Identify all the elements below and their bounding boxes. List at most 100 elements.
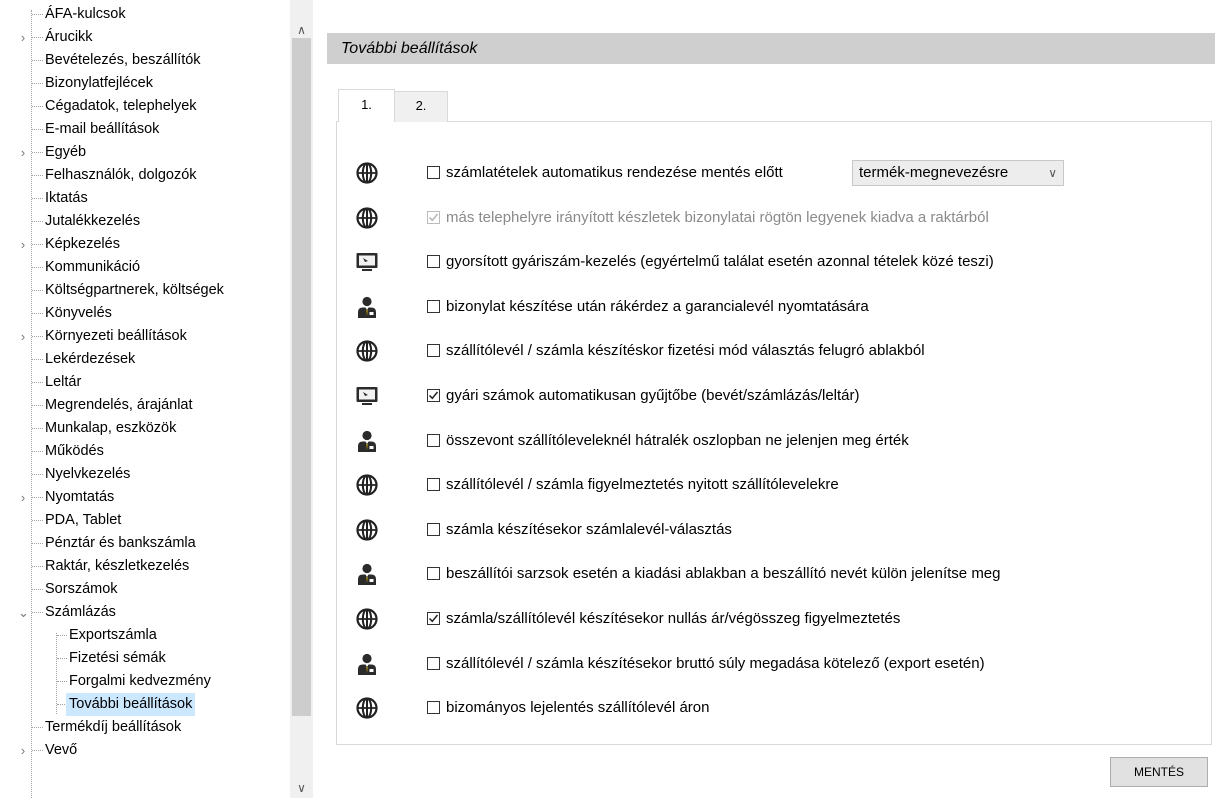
tree-item[interactable]: Termékdíj beállítások — [0, 716, 290, 739]
scroll-down-arrow-icon[interactable]: ∨ — [290, 778, 313, 798]
tree-item[interactable]: ÁFA-kulcsok — [0, 3, 290, 26]
tree-item-label: Sorszámok — [45, 581, 118, 597]
sort-mode-select[interactable]: termék-megnevezésre ∨ — [852, 160, 1064, 186]
tree-item[interactable]: Lekérdezések — [0, 348, 290, 371]
option-label: szállítólevél / számla figyelmeztetés ny… — [446, 476, 839, 493]
tree-item[interactable]: › Egyéb — [0, 141, 290, 164]
tree-item-label: Nyomtatás — [45, 489, 115, 505]
tab-2[interactable]: 2. — [394, 91, 448, 122]
option-checkbox[interactable] — [427, 478, 440, 491]
user-icon — [355, 652, 379, 676]
scroll-thumb[interactable] — [292, 38, 311, 716]
save-button[interactable]: MENTÉS — [1110, 757, 1208, 787]
option-row: bizonylat készítése után rákérdez a gara… — [355, 295, 1155, 319]
globe-icon — [355, 607, 379, 631]
tree-item[interactable]: Iktatás — [0, 187, 290, 210]
tree-item[interactable]: Bizonylatfejlécek — [0, 72, 290, 95]
tree-item[interactable]: Leltár — [0, 371, 290, 394]
tree-item[interactable]: Pénztár és bankszámla — [0, 532, 290, 555]
option-checkbox[interactable] — [427, 211, 440, 224]
tab-label: 2. — [415, 98, 427, 113]
tree-item[interactable]: Exportszámla — [0, 624, 290, 647]
chevron-right-icon[interactable]: › — [18, 141, 28, 164]
tree-item[interactable]: Bevételezés, beszállítók — [0, 49, 290, 72]
option-checkbox[interactable] — [427, 612, 440, 625]
tree-item-label: PDA, Tablet — [45, 512, 122, 528]
tree-item[interactable]: › Környezeti beállítások — [0, 325, 290, 348]
tree-item[interactable]: ⌄ Számlázás — [0, 601, 290, 624]
chevron-down-icon: ∨ — [1048, 166, 1057, 180]
tree-item[interactable]: Cégadatok, telephelyek — [0, 95, 290, 118]
scroll-up-arrow-icon[interactable]: ∧ — [290, 20, 313, 40]
tree-item[interactable]: Jutalékkezelés — [0, 210, 290, 233]
tree-item[interactable]: Felhasználók, dolgozók — [0, 164, 290, 187]
tree-item[interactable]: Könyvelés — [0, 302, 290, 325]
option-label: bizományos lejelentés szállítólevél áron — [446, 699, 710, 716]
option-checkbox[interactable] — [427, 344, 440, 357]
option-checkbox[interactable] — [427, 255, 440, 268]
chevron-right-icon[interactable]: › — [18, 486, 28, 509]
chevron-right-icon[interactable]: › — [18, 233, 28, 256]
tree-item-label: Vevő — [45, 742, 78, 758]
tree-item[interactable]: Megrendelés, árajánlat — [0, 394, 290, 417]
user-icon — [355, 562, 379, 586]
option-checkbox[interactable] — [427, 701, 440, 714]
tree-item[interactable]: › Vevő — [0, 739, 290, 762]
option-row: gyorsított gyáriszám-kezelés (egyértelmű… — [355, 250, 1155, 274]
tree-item-label: Munkalap, eszközök — [45, 420, 177, 436]
tree-item[interactable]: Működés — [0, 440, 290, 463]
tree-item[interactable]: › Nyomtatás — [0, 486, 290, 509]
tree-item[interactable]: Sorszámok — [0, 578, 290, 601]
tree-item-label: Raktár, készletkezelés — [45, 558, 190, 574]
tree-item[interactable]: Fizetési sémák — [0, 647, 290, 670]
tree-item[interactable]: További beállítások — [0, 693, 290, 716]
globe-icon — [355, 339, 379, 363]
option-row: más telephelyre irányított készletek biz… — [355, 206, 1155, 230]
option-label: számla/szállítólevél készítésekor nullás… — [446, 610, 901, 627]
chevron-right-icon[interactable]: › — [18, 26, 28, 49]
tree-item-label: Költségpartnerek, költségek — [45, 282, 224, 298]
option-checkbox[interactable] — [427, 434, 440, 447]
chevron-right-icon[interactable]: › — [18, 739, 28, 762]
tree-item[interactable]: › Árucikk — [0, 26, 290, 49]
tree-item-label: Fizetési sémák — [69, 650, 166, 666]
chevron-down-icon[interactable]: ⌄ — [18, 601, 29, 624]
tree-item-label: Egyéb — [45, 144, 87, 160]
tree-item[interactable]: Kommunikáció — [0, 256, 290, 279]
tree-item[interactable]: › Képkezelés — [0, 233, 290, 256]
monitor-icon — [355, 250, 379, 274]
tree-item[interactable]: Munkalap, eszközök — [0, 417, 290, 440]
tree-item[interactable]: PDA, Tablet — [0, 509, 290, 532]
tree-item-label: Felhasználók, dolgozók — [45, 167, 197, 183]
chevron-right-icon[interactable]: › — [18, 325, 28, 348]
globe-icon — [355, 473, 379, 497]
tree-scrollbar[interactable]: ∧ ∨ — [290, 0, 313, 798]
tree-item-label: Képkezelés — [45, 236, 120, 252]
tree-item[interactable]: Költségpartnerek, költségek — [0, 279, 290, 302]
option-checkbox[interactable] — [427, 389, 440, 402]
settings-tree: ÁFA-kulcsok › Árucikk Bevételezés, beszállí… — [0, 0, 290, 798]
option-label: beszállítói sarzsok esetén a kiadási abl… — [446, 565, 1001, 582]
tree-item[interactable]: Forgalmi kedvezmény — [0, 670, 290, 693]
option-checkbox[interactable] — [427, 166, 440, 179]
tree-item[interactable]: E-mail beállítások — [0, 118, 290, 141]
tree-item[interactable]: Nyelvkezelés — [0, 463, 290, 486]
option-row: számla/szállítólevél készítésekor nullás… — [355, 607, 1155, 631]
option-checkbox[interactable] — [427, 300, 440, 313]
globe-icon — [355, 161, 379, 185]
option-row: szállítólevél / számla készítésekor brut… — [355, 652, 1155, 676]
tree-item-label: Bizonylatfejlécek — [45, 75, 153, 91]
tree-item-label: Lekérdezések — [45, 351, 136, 367]
tab-1[interactable]: 1. — [338, 89, 395, 122]
tree-item-label: Bevételezés, beszállítók — [45, 52, 201, 68]
option-row: szállítólevél / számla figyelmeztetés ny… — [355, 473, 1155, 497]
tree-item[interactable]: Raktár, készletkezelés — [0, 555, 290, 578]
tree-item-label: Jutalékkezelés — [45, 213, 141, 229]
option-checkbox[interactable] — [427, 657, 440, 670]
option-checkbox[interactable] — [427, 523, 440, 536]
option-checkbox[interactable] — [427, 567, 440, 580]
tree-item-label: Leltár — [45, 374, 82, 390]
option-label: szállítólevél / számla készítéskor fizet… — [446, 342, 925, 359]
tree-item-label: Exportszámla — [69, 627, 157, 643]
tree-item-label: Számlázás — [45, 604, 116, 620]
